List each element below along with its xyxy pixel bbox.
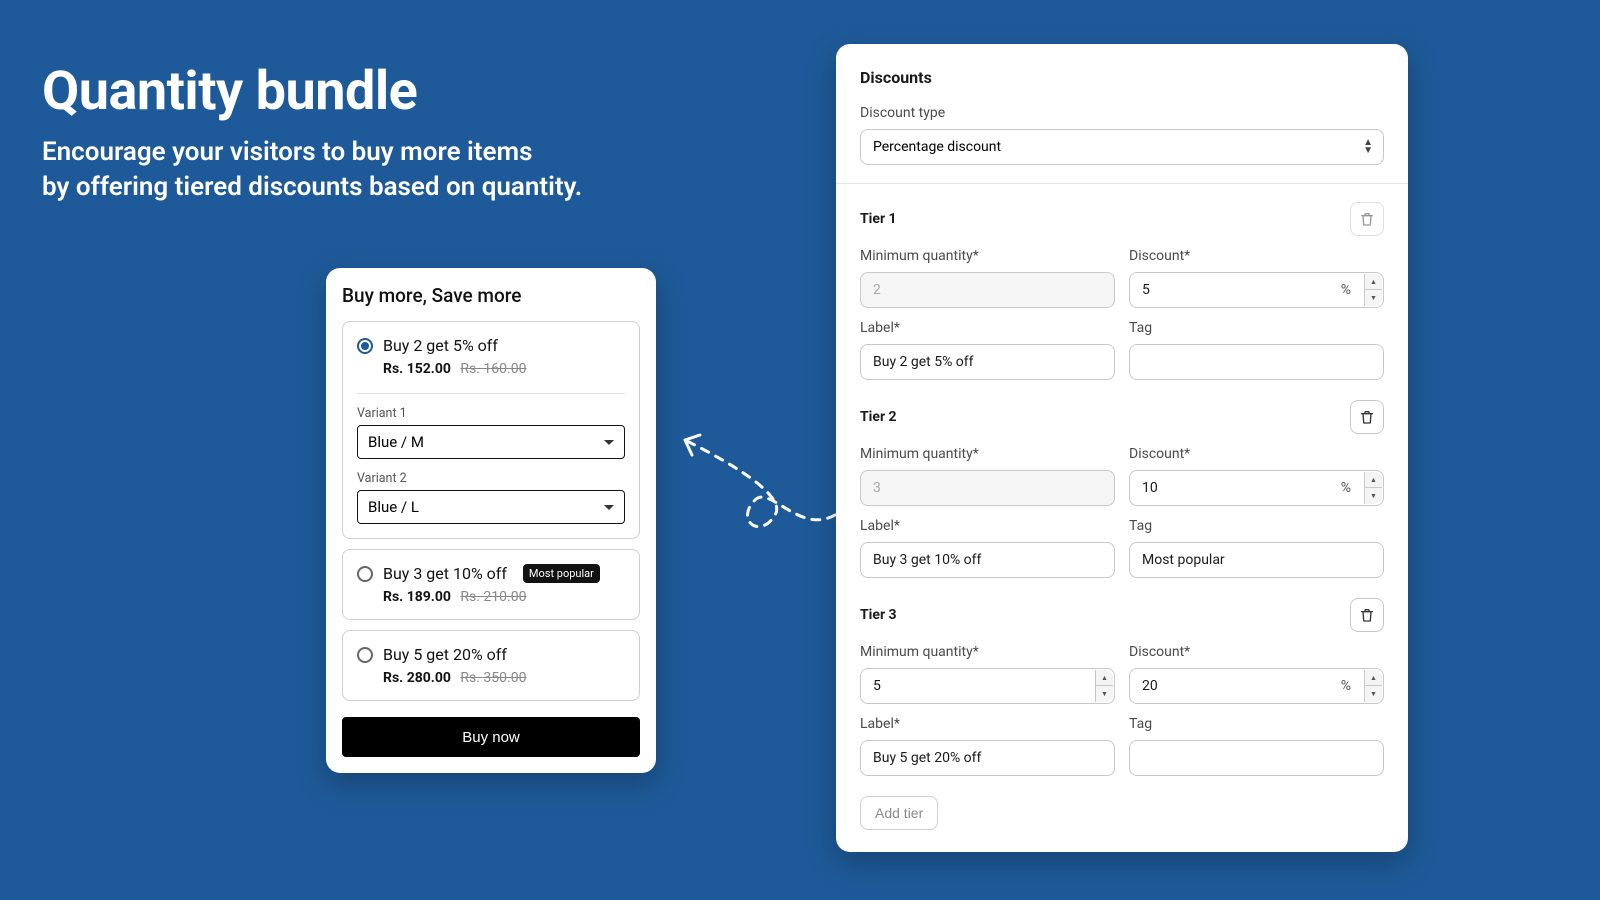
radio-icon[interactable] — [357, 647, 373, 663]
preview-title: Buy more, Save more — [342, 284, 640, 307]
tier-label-input[interactable]: Buy 2 get 5% off — [860, 344, 1115, 380]
tier-block: Tier 3 Minimum quantity* 5 ▲▼ Discount* … — [860, 598, 1384, 776]
tier-label-input[interactable]: Buy 5 get 20% off — [860, 740, 1115, 776]
min-qty-input: 2 — [860, 272, 1115, 308]
bundle-option-label: Buy 3 get 10% off — [383, 564, 507, 583]
discount-input[interactable]: 5 % ▲▼ — [1129, 272, 1384, 308]
radio-icon[interactable] — [357, 566, 373, 582]
page-subtitle: Encourage your visitors to buy more item… — [42, 135, 582, 205]
original-price: Rs. 210.00 — [460, 589, 526, 605]
tier-tag-input[interactable]: Most popular — [1129, 542, 1384, 578]
min-qty-label: Minimum quantity* — [860, 644, 1115, 660]
tier-block: Tier 2 Minimum quantity* 3 Discount* 10 … — [860, 400, 1384, 578]
tier-tag-input[interactable] — [1129, 344, 1384, 380]
tag-badge: Most popular — [523, 564, 600, 583]
spinner-stepper[interactable]: ▲▼ — [1364, 670, 1382, 702]
label-field-label: Label* — [860, 518, 1115, 534]
tier-title: Tier 3 — [860, 607, 897, 623]
variant-label: Variant 2 — [357, 471, 625, 486]
variant-select-2[interactable]: Blue / L — [357, 490, 625, 524]
tier-block: Tier 1 Minimum quantity* 2 Discount* 5 %… — [860, 202, 1384, 380]
tier-title: Tier 2 — [860, 409, 897, 425]
spinner-stepper[interactable]: ▲▼ — [1364, 274, 1382, 306]
preview-card: Buy more, Save more Buy 2 get 5% off Rs.… — [326, 268, 656, 773]
discount-input[interactable]: 10 % ▲▼ — [1129, 470, 1384, 506]
tag-field-label: Tag — [1129, 716, 1384, 732]
variant-label: Variant 1 — [357, 406, 625, 421]
price: Rs. 152.00 — [383, 361, 451, 377]
label-field-label: Label* — [860, 716, 1115, 732]
spinner-stepper[interactable]: ▲▼ — [1364, 472, 1382, 504]
select-chevron-icon: ▲▼ — [1363, 139, 1373, 155]
bundle-option[interactable]: Buy 2 get 5% off Rs. 152.00 Rs. 160.00 V… — [342, 321, 640, 539]
min-qty-label: Minimum quantity* — [860, 446, 1115, 462]
tier-tag-input[interactable] — [1129, 740, 1384, 776]
discount-type-label: Discount type — [860, 105, 1384, 121]
discount-input[interactable]: 20 % ▲▼ — [1129, 668, 1384, 704]
discount-label: Discount* — [1129, 446, 1384, 462]
buy-now-button[interactable]: Buy now — [342, 717, 640, 757]
min-qty-input: 3 — [860, 470, 1115, 506]
percent-suffix: % — [1341, 480, 1351, 496]
label-field-label: Label* — [860, 320, 1115, 336]
bundle-option-label: Buy 5 get 20% off — [383, 645, 507, 664]
trash-icon — [1359, 607, 1375, 623]
original-price: Rs. 350.00 — [460, 670, 526, 686]
tag-field-label: Tag — [1129, 320, 1384, 336]
percent-suffix: % — [1341, 678, 1351, 694]
percent-suffix: % — [1341, 282, 1351, 298]
radio-icon[interactable] — [357, 338, 373, 354]
discount-type-select[interactable]: Percentage discount ▲▼ — [860, 129, 1384, 165]
bundle-option[interactable]: Buy 5 get 20% off Rs. 280.00 Rs. 350.00 — [342, 630, 640, 701]
trash-icon — [1359, 409, 1375, 425]
price: Rs. 280.00 — [383, 670, 451, 686]
connector-arrow-icon — [670, 425, 840, 545]
bundle-option-label: Buy 2 get 5% off — [383, 336, 498, 355]
add-tier-button[interactable]: Add tier — [860, 796, 938, 830]
spinner-stepper[interactable]: ▲▼ — [1095, 670, 1113, 702]
tier-label-input[interactable]: Buy 3 get 10% off — [860, 542, 1115, 578]
discount-label: Discount* — [1129, 644, 1384, 660]
delete-tier-button — [1350, 202, 1384, 236]
delete-tier-button[interactable] — [1350, 598, 1384, 632]
trash-icon — [1359, 211, 1375, 227]
bundle-option[interactable]: Buy 3 get 10% off Most popular Rs. 189.0… — [342, 549, 640, 620]
discounts-panel: Discounts Discount type Percentage disco… — [836, 44, 1408, 852]
price: Rs. 189.00 — [383, 589, 451, 605]
original-price: Rs. 160.00 — [460, 361, 526, 377]
panel-heading: Discounts — [860, 68, 1384, 87]
tier-title: Tier 1 — [860, 211, 897, 227]
variant-select-1[interactable]: Blue / M — [357, 425, 625, 459]
page-title: Quantity bundle — [42, 60, 417, 123]
discount-label: Discount* — [1129, 248, 1384, 264]
tag-field-label: Tag — [1129, 518, 1384, 534]
delete-tier-button[interactable] — [1350, 400, 1384, 434]
divider — [357, 393, 625, 394]
min-qty-input[interactable]: 5 ▲▼ — [860, 668, 1115, 704]
min-qty-label: Minimum quantity* — [860, 248, 1115, 264]
